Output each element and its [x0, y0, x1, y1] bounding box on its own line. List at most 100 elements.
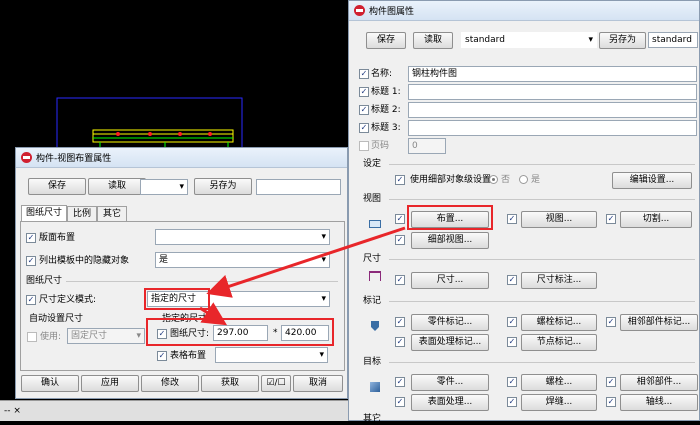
drawing-properties-dialog: 构件图属性 保存 读取 standard 另存为 standard ✓ 名称: … — [348, 0, 700, 424]
dim-mark-button[interactable]: 尺寸标注... — [521, 272, 597, 289]
neighbor-checkbox[interactable]: ✓ — [606, 377, 616, 387]
page-checkbox[interactable]: ✓ — [359, 141, 369, 151]
layout-dialog-title: 构件-视图布置属性 — [36, 154, 112, 164]
cut-checkbox[interactable]: ✓ — [606, 214, 616, 224]
dim-checkbox[interactable]: ✓ — [395, 275, 405, 285]
table-layout-checkbox[interactable]: ✓ — [157, 351, 167, 361]
no-radio[interactable] — [489, 175, 498, 184]
name-input[interactable]: 钢柱构件图 — [408, 66, 697, 82]
surface-button[interactable]: 表面处理... — [411, 394, 489, 411]
use-detail-checkbox[interactable]: ✓ — [395, 175, 405, 185]
name-checkbox[interactable]: ✓ — [359, 69, 369, 79]
list-hidden-select[interactable]: 是 — [155, 252, 330, 268]
cancel-button[interactable]: 取消 — [293, 375, 343, 392]
view-layout-dialog: 构件-视图布置属性 保存 读取 另存为 图纸尺寸 比例 其它 ✓ 版面布置 ✓ … — [15, 147, 348, 399]
yes-label: 是 — [531, 175, 541, 185]
sheet-layout-checkbox[interactable]: ✓ — [26, 233, 36, 243]
title1-label: 标题 1: — [371, 87, 401, 97]
fixed-size-select[interactable]: 固定尺寸 — [67, 328, 145, 344]
part-button[interactable]: 零件... — [411, 374, 489, 391]
detail-view-button[interactable]: 细部视图... — [411, 232, 489, 249]
save-as-input[interactable]: standard — [648, 32, 698, 48]
mark-icon — [371, 321, 379, 331]
title1-input[interactable] — [408, 84, 697, 100]
toggle-checkboxes-button[interactable]: ☑/☐ — [261, 375, 291, 392]
title1-checkbox[interactable]: ✓ — [359, 87, 369, 97]
axis-button[interactable]: 轴线... — [620, 394, 698, 411]
weld-button[interactable]: 焊缝... — [521, 394, 597, 411]
neighbor-mark-button[interactable]: 相邻部件标记... — [620, 314, 698, 331]
node-mark-checkbox[interactable]: ✓ — [507, 337, 517, 347]
tab-paper-size[interactable]: 图纸尺寸 — [21, 205, 67, 221]
bolt-mark-checkbox[interactable]: ✓ — [507, 317, 517, 327]
sheet-layout-select[interactable] — [155, 229, 330, 245]
title3-checkbox[interactable]: ✓ — [359, 123, 369, 133]
bolt-mark-button[interactable]: 螺栓标记... — [521, 314, 597, 331]
settings-divider — [389, 164, 695, 165]
view-button[interactable]: 视图... — [521, 211, 597, 228]
bolt-button[interactable]: 螺栓... — [521, 374, 597, 391]
layout-save-as-button[interactable]: 另存为 — [194, 178, 252, 195]
save-as-button[interactable]: 另存为 — [599, 32, 646, 49]
dim-button[interactable]: 尺寸... — [411, 272, 489, 289]
edit-settings-button[interactable]: 编辑设置... — [612, 172, 692, 189]
page-label: 页码 — [371, 141, 390, 151]
surface-checkbox[interactable]: ✓ — [395, 397, 405, 407]
layout-checkbox[interactable]: ✓ — [395, 214, 405, 224]
size-mode-checkbox[interactable]: ✓ — [26, 295, 36, 305]
node-mark-button[interactable]: 节点标记... — [521, 334, 597, 351]
view-group-label: 视图 — [363, 194, 382, 204]
part-checkbox[interactable]: ✓ — [395, 377, 405, 387]
auto-size-group-label: 自动设置尺寸 — [29, 314, 84, 324]
auto-use-label: 使用: — [40, 332, 62, 342]
use-detail-label: 使用细部对象级设置 — [410, 175, 492, 185]
title3-input[interactable] — [408, 120, 697, 136]
title2-label: 标题 2: — [371, 105, 401, 115]
drawing-dialog-title: 构件图属性 — [369, 7, 415, 17]
get-button[interactable]: 获取 — [201, 375, 259, 392]
preset-select[interactable]: standard — [461, 32, 597, 48]
bolt-checkbox[interactable]: ✓ — [507, 377, 517, 387]
title3-label: 标题 3: — [371, 123, 401, 133]
surface-mark-button[interactable]: 表面处理标记... — [411, 334, 489, 351]
size-mode-label: 尺寸定义模式: — [39, 295, 97, 305]
cut-button[interactable]: 切割... — [620, 211, 692, 228]
layout-load-button[interactable]: 读取 — [88, 178, 146, 195]
surface-mark-checkbox[interactable]: ✓ — [395, 337, 405, 347]
tab-scale[interactable]: 比例 — [67, 206, 97, 221]
list-hidden-checkbox[interactable]: ✓ — [26, 256, 36, 266]
cad-status-text: -- × — [4, 406, 21, 416]
table-layout-select[interactable] — [215, 347, 328, 363]
view-icon — [369, 220, 381, 228]
layout-save-button[interactable]: 保存 — [28, 178, 86, 195]
layout-dialog-titlebar[interactable]: 构件-视图布置属性 — [16, 148, 347, 168]
mark-divider — [389, 301, 695, 302]
object-divider — [389, 362, 695, 363]
load-button[interactable]: 读取 — [413, 32, 453, 49]
cad-statusbar: -- × — [0, 400, 348, 421]
apply-button[interactable]: 应用 — [81, 375, 139, 392]
auto-use-checkbox[interactable]: ✓ — [27, 332, 37, 342]
part-mark-button[interactable]: 零件标记... — [411, 314, 489, 331]
weld-checkbox[interactable]: ✓ — [507, 397, 517, 407]
yes-radio[interactable] — [519, 175, 528, 184]
title2-checkbox[interactable]: ✓ — [359, 105, 369, 115]
modify-button[interactable]: 修改 — [141, 375, 199, 392]
layout-preset-select[interactable] — [140, 179, 188, 195]
neighbor-button[interactable]: 相邻部件... — [620, 374, 698, 391]
view-checkbox[interactable]: ✓ — [507, 214, 517, 224]
layout-save-as-input[interactable] — [256, 179, 341, 195]
detail-view-checkbox[interactable]: ✓ — [395, 235, 405, 245]
tab-other[interactable]: 其它 — [97, 206, 127, 221]
drawing-dialog-titlebar[interactable]: 构件图属性 — [349, 1, 699, 21]
sheet-layout-label: 版面布置 — [39, 233, 76, 243]
neighbor-mark-checkbox[interactable]: ✓ — [606, 317, 616, 327]
title2-input[interactable] — [408, 102, 697, 118]
dim-mark-checkbox[interactable]: ✓ — [507, 275, 517, 285]
axis-checkbox[interactable]: ✓ — [606, 397, 616, 407]
ok-button[interactable]: 确认 — [21, 375, 79, 392]
save-button[interactable]: 保存 — [366, 32, 406, 49]
part-mark-checkbox[interactable]: ✓ — [395, 317, 405, 327]
name-label: 名称: — [371, 69, 393, 79]
page-input[interactable]: 0 — [408, 138, 446, 154]
